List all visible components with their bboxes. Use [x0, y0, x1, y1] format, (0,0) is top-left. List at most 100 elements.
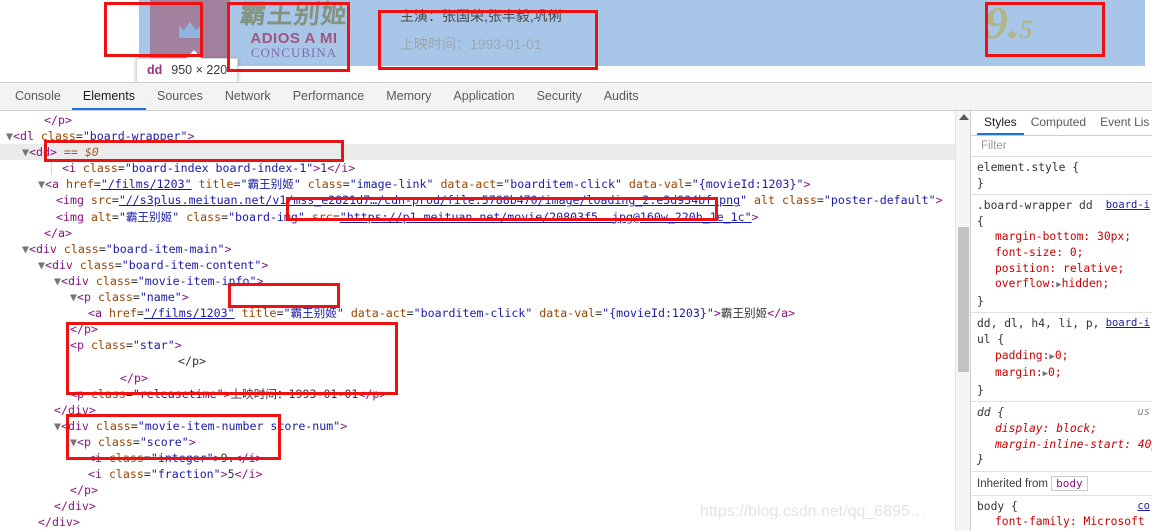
tab-network[interactable]: Network [214, 83, 282, 110]
style-rule-ua-dd[interactable]: dd {us display: block; margin-inline-sta… [971, 402, 1152, 472]
devtools-tabbar: Console Elements Sources Network Perform… [0, 83, 1152, 111]
devtools-body: </p> ▼<dl class="board-wrapper"> ▼<dd> =… [0, 111, 1152, 531]
dom-line[interactable]: </div> [0, 402, 955, 418]
dom-line-score-p[interactable]: ▼<p class="score"> [0, 434, 955, 450]
rule-selector: dd, dl, h4, li, p, [977, 317, 1100, 331]
score-integer: 9. [985, 0, 1020, 48]
movie-star-line: 主演：张国荣,张丰毅,巩俐 [400, 8, 562, 24]
rule-selector: element.style { [977, 161, 1080, 174]
tooltip-tag-name: dd [147, 63, 163, 77]
styles-tabbar: Styles Computed Event Lis [971, 111, 1152, 136]
dom-line[interactable]: </p> [0, 482, 955, 498]
rule-close-brace: } [977, 294, 984, 308]
rule-selector-cont: ul { [977, 332, 1005, 346]
dom-line[interactable]: </p> [0, 112, 955, 128]
dom-line-name-anchor[interactable]: <a href="/films/1203" title="霸王别姬" data-… [0, 305, 955, 321]
dom-tree-pane[interactable]: </p> ▼<dl class="board-wrapper"> ▼<dd> =… [0, 111, 955, 531]
rule-source-link[interactable]: co [1137, 499, 1150, 515]
style-property: margin-inline-start: 40p [977, 437, 1152, 453]
style-rule-board-wrapper-dd[interactable]: .board-wrapper dd board-i { margin-bottom… [971, 195, 1152, 314]
movie-item-info: 主演：张国荣,张丰毅,巩俐 上映时间：1993-01-01 [400, 6, 562, 54]
blog-watermark: https://blog.csdn.net/qq_6895… [700, 503, 926, 520]
dom-line-selected-dd[interactable]: ▼<dd> == $0 [0, 144, 955, 161]
element-inspect-tooltip: dd 950 × 220 [136, 58, 239, 82]
dom-line-star-p[interactable]: <p class="star"> [0, 337, 955, 353]
property-name: font-family [995, 515, 1070, 529]
rule-source-ua: us [1137, 406, 1150, 419]
property-value: 0; [1048, 366, 1062, 380]
dom-tree-scrollbar[interactable] [955, 111, 970, 531]
style-property[interactable]: font-size: 0; [977, 245, 1152, 261]
tab-performance[interactable]: Performance [282, 83, 376, 110]
property-name: overflow [995, 277, 1050, 291]
dom-line[interactable]: ▼<dl class="board-wrapper"> [0, 128, 955, 144]
inherited-source-chip[interactable]: body [1051, 475, 1088, 491]
property-value: 0; [1069, 245, 1084, 259]
scroll-up-arrow-icon[interactable] [959, 114, 969, 120]
scrollbar-thumb[interactable] [958, 227, 969, 372]
style-property: display: block; [995, 421, 1098, 435]
style-property[interactable]: margin:▶0; [977, 365, 1152, 383]
movie-score: 9.5 [985, 0, 1033, 49]
rule-source-link[interactable]: board-i [1106, 198, 1150, 214]
dom-line-movie-item-info[interactable]: ▼<div class="movie-item-info"> [0, 273, 955, 289]
dom-line[interactable]: </p> [0, 370, 955, 386]
tab-security[interactable]: Security [526, 83, 593, 110]
movie-poster-image[interactable]: 霸王别姬 ADIOS A MI CONCUBINA [240, 0, 348, 80]
property-name: font-size [995, 245, 1057, 259]
tab-sources[interactable]: Sources [146, 83, 214, 110]
devtools-panel: Console Elements Sources Network Perform… [0, 82, 1152, 531]
tab-elements[interactable]: Elements [71, 83, 146, 110]
dom-line-board-index[interactable]: │ <i class="board-index board-index-1">1… [0, 160, 955, 176]
dom-line[interactable]: </a> [0, 225, 955, 241]
tab-memory[interactable]: Memory [375, 83, 442, 110]
style-rule-reset[interactable]: dd, dl, h4, li, p, board-i ul { padding:▶… [971, 313, 1152, 403]
dom-line-star-text[interactable]: </p> [0, 353, 955, 369]
property-name: margin-bottom [995, 230, 1084, 244]
rule-source-link[interactable]: board-i [1106, 316, 1150, 332]
dom-line-board-img[interactable]: <img alt="霸王别姬" class="board-img" src="h… [0, 209, 955, 225]
style-rule-element-style[interactable]: element.style { } [971, 157, 1152, 196]
movie-release-line: 上映时间：1993-01-01 [400, 36, 542, 52]
dom-line-poster-default-img[interactable]: <img src="//s3plus.meituan.net/v1/mss_e2… [0, 192, 955, 208]
style-property[interactable]: overflow:▶hidden; [977, 276, 1152, 294]
tooltip-arrow [186, 50, 202, 59]
style-property[interactable]: position: relative; [977, 261, 1152, 277]
dom-line-score-integer[interactable]: <i class="integer">9.</i> [0, 450, 955, 466]
styles-filter-input[interactable]: Filter [971, 136, 1152, 157]
dom-line[interactable]: </p> [0, 321, 955, 337]
poster-title-en-line1: ADIOS A MI [250, 30, 338, 47]
tab-console[interactable]: Console [4, 83, 72, 110]
dom-line-score-fraction[interactable]: <i class="fraction">5</i> [0, 466, 955, 482]
property-value: hidden; [1061, 277, 1110, 291]
style-property[interactable]: font-family: Microsoft YaHei,Helvetica,A… [977, 514, 1152, 530]
property-name: margin-inline-start [995, 437, 1125, 451]
score-fraction: 5 [1019, 15, 1033, 44]
rule-selector: body { [977, 499, 1018, 513]
inherited-from-section: Inherited from body [971, 472, 1152, 496]
tab-event-listeners[interactable]: Event Lis [1093, 111, 1152, 135]
poster-title-cn: 霸王别姬 [240, 0, 348, 29]
dom-line-image-link[interactable]: ▼<a href="/films/1203" title="霸王别姬" clas… [0, 176, 955, 192]
tab-styles[interactable]: Styles [977, 111, 1024, 135]
property-value: relative; [1063, 261, 1125, 275]
property-value: 30px; [1097, 230, 1132, 244]
tab-application[interactable]: Application [442, 83, 525, 110]
style-rule-body[interactable]: body { co font-family: Microsoft YaHei,He… [971, 496, 1152, 531]
style-property[interactable]: margin-bottom: 30px; [977, 229, 1152, 245]
tab-audits[interactable]: Audits [593, 83, 650, 110]
rule-close-brace: } [977, 176, 984, 190]
property-name: margin [995, 366, 1036, 380]
dom-line-board-item-content[interactable]: ▼<div class="board-item-content"> [0, 257, 955, 273]
tab-computed[interactable]: Computed [1024, 111, 1093, 135]
style-property[interactable]: padding:▶0; [977, 348, 1152, 366]
styles-sidebar: Styles Computed Event Lis Filter element… [970, 111, 1152, 531]
dom-line-board-item-main[interactable]: ▼<div class="board-item-main"> [0, 241, 955, 257]
dom-line-score-num[interactable]: ▼<div class="movie-item-number score-num… [0, 418, 955, 434]
property-name: padding [995, 348, 1043, 362]
property-value: block; [1056, 421, 1098, 435]
property-value: 0; [1054, 348, 1069, 362]
dom-line-name-p[interactable]: ▼<p class="name"> [0, 289, 955, 305]
dom-line-releasetime-p[interactable]: <p class="releasetime">上映时间：1993-01-01</… [0, 386, 955, 402]
crown-icon [179, 22, 201, 38]
